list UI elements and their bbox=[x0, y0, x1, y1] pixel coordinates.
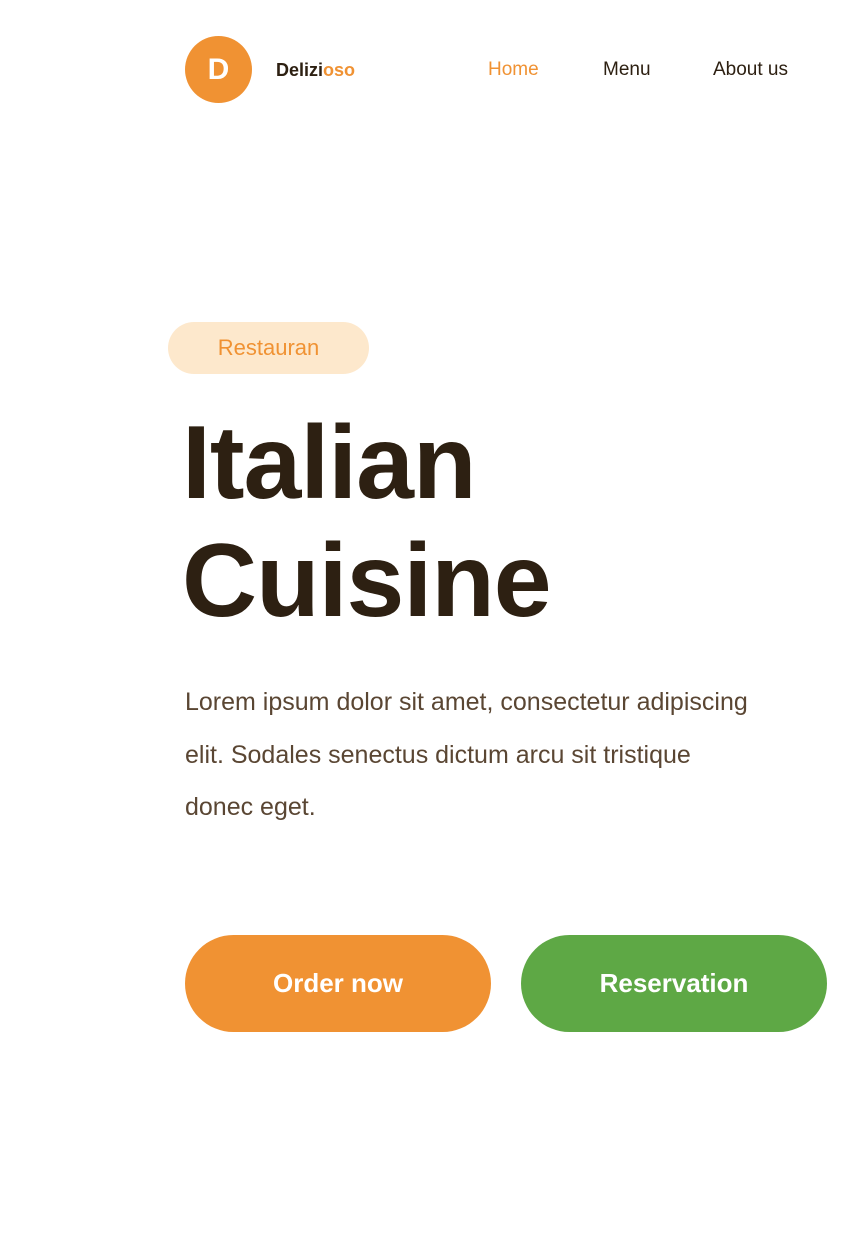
hero-description-line-1: Lorem ipsum dolor sit amet, consectetur … bbox=[185, 688, 748, 716]
logo-icon[interactable]: D bbox=[185, 36, 252, 103]
reservation-button[interactable]: Reservation bbox=[521, 935, 827, 1032]
hero-description: Lorem ipsum dolor sit amet, consectetur … bbox=[185, 676, 844, 834]
order-now-button[interactable]: Order now bbox=[185, 935, 491, 1032]
nav-link-menu[interactable]: Menu bbox=[603, 58, 651, 82]
brand-name[interactable]: Delizioso bbox=[276, 59, 355, 81]
brand-name-part2: oso bbox=[323, 60, 356, 80]
nav-link-home[interactable]: Home bbox=[488, 58, 539, 82]
category-tag: Restauran bbox=[168, 322, 369, 374]
logo-letter: D bbox=[207, 53, 230, 86]
brand-name-part1: Delizi bbox=[276, 60, 324, 80]
hero-title-line-2: Cuisine bbox=[182, 523, 552, 639]
hero-description-line-2: elit. Sodales senectus dictum arcu sit t… bbox=[185, 740, 691, 769]
nav-link-about-us[interactable]: About us bbox=[713, 58, 788, 82]
hero-description-line-3: donec eget. bbox=[185, 793, 316, 821]
hero-title: Italian Cuisine bbox=[182, 404, 552, 640]
hero-title-line-1: Italian bbox=[182, 405, 477, 521]
